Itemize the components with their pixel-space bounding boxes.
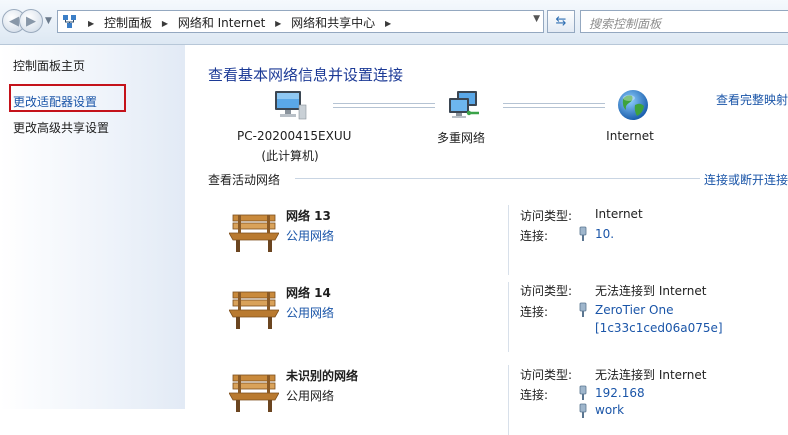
computer-icon bbox=[275, 91, 307, 120]
active-networks-header: 查看活动网络 bbox=[208, 173, 281, 187]
search-input[interactable]: 搜索控制面板 bbox=[589, 15, 661, 32]
map-connection-line bbox=[333, 103, 435, 108]
access-type-label: 访问类型: bbox=[520, 209, 573, 223]
plug-icon bbox=[579, 226, 587, 241]
plug-icon bbox=[579, 302, 587, 317]
network-entry: 网络 13 公用网络 访问类型: Internet 连接: 10. bbox=[185, 205, 788, 275]
network-entry: 网络 14 公用网络 访问类型: 无法连接到 Internet 连接: Zero… bbox=[185, 282, 788, 352]
breadcrumb-network-sharing-center[interactable]: 网络和共享中心 bbox=[291, 16, 375, 30]
connection-link-2[interactable]: work bbox=[595, 403, 624, 417]
connections-label: 连接: bbox=[520, 305, 549, 319]
plug-icon bbox=[579, 385, 587, 400]
refresh-icon: ⇆ bbox=[555, 14, 567, 29]
access-type-value: Internet bbox=[595, 207, 643, 221]
column-divider bbox=[508, 205, 509, 275]
multiple-networks-label: 多重网络 bbox=[436, 131, 485, 145]
address-dropdown-icon[interactable]: ▼ bbox=[533, 14, 540, 24]
connections-label: 连接: bbox=[520, 229, 549, 243]
network-name: 网络 14 bbox=[286, 286, 331, 300]
sidebar-item-control-panel-home[interactable]: 控制面板主页 bbox=[13, 57, 85, 74]
network-name: 未识别的网络 bbox=[286, 369, 359, 383]
network-name: 网络 13 bbox=[286, 209, 331, 223]
search-box[interactable]: 搜索控制面板 bbox=[580, 10, 788, 33]
page-title: 查看基本网络信息并设置连接 bbox=[208, 66, 404, 84]
access-type-value: 无法连接到 Internet bbox=[595, 368, 707, 382]
connection-link[interactable]: 10. bbox=[595, 227, 614, 241]
map-connection-line bbox=[503, 103, 605, 108]
access-type-label: 访问类型: bbox=[520, 368, 573, 382]
back-icon: ◀ bbox=[9, 14, 19, 29]
connect-disconnect-link[interactable]: 连接或断开连接 bbox=[704, 171, 788, 188]
recent-pages-dropdown[interactable]: ▼ bbox=[45, 16, 52, 26]
refresh-button[interactable]: ⇆ bbox=[547, 10, 575, 33]
sidebar-item-change-adapter-settings[interactable]: 更改适配器设置 bbox=[13, 93, 97, 110]
connection-link[interactable]: 192.168 bbox=[595, 386, 645, 400]
network-folder-icon bbox=[63, 15, 76, 28]
access-type-value: 无法连接到 Internet bbox=[595, 284, 707, 298]
network-type-link[interactable]: 公用网络 bbox=[286, 304, 334, 321]
section-divider bbox=[295, 178, 700, 179]
address-bar[interactable]: ▶ 控制面板 ▶ 网络和 Internet ▶ 网络和共享中心 ▶ ▼ bbox=[57, 10, 544, 33]
address-toolbar: ◀ ▶ ▼ ▶ 控制面板 ▶ 网络和 Internet ▶ 网络和共享中心 ▶ … bbox=[0, 0, 788, 45]
this-computer-label: (此计算机) bbox=[261, 149, 319, 163]
sidebar-item-advanced-sharing-settings[interactable]: 更改高级共享设置 bbox=[13, 119, 109, 136]
access-type-label: 访问类型: bbox=[520, 284, 573, 298]
connection-link-id[interactable]: [1c33c1ced06a075e] bbox=[595, 321, 723, 335]
plug-icon bbox=[579, 403, 587, 418]
column-divider bbox=[508, 282, 509, 352]
forward-icon: ▶ bbox=[26, 14, 36, 29]
globe-icon bbox=[618, 90, 648, 120]
breadcrumb: ▶ 控制面板 ▶ 网络和 Internet ▶ 网络和共享中心 ▶ bbox=[88, 16, 392, 30]
breadcrumb-control-panel[interactable]: 控制面板 bbox=[104, 16, 152, 30]
bench-icon[interactable] bbox=[229, 373, 279, 413]
view-full-map-link[interactable]: 查看完整映射 bbox=[716, 91, 788, 108]
network-type-link[interactable]: 公用网络 bbox=[286, 227, 334, 244]
connection-link[interactable]: ZeroTier One bbox=[595, 303, 673, 317]
column-divider bbox=[508, 365, 509, 435]
network-entry: 未识别的网络 公用网络 访问类型: 无法连接到 Internet 连接: 192… bbox=[185, 365, 788, 435]
network-type-label: 公用网络 bbox=[286, 389, 335, 403]
sidebar: 控制面板主页 更改适配器设置 更改高级共享设置 bbox=[0, 45, 185, 409]
multi-network-icon bbox=[449, 91, 479, 118]
bench-icon[interactable] bbox=[229, 213, 279, 253]
connections-label: 连接: bbox=[520, 388, 549, 402]
breadcrumb-network-internet[interactable]: 网络和 Internet bbox=[178, 16, 265, 30]
internet-label: Internet bbox=[606, 129, 654, 143]
main-content: 查看基本网络信息并设置连接 查看完整映射 PC-20200415EXUU (此计… bbox=[185, 45, 788, 435]
bench-icon[interactable] bbox=[229, 290, 279, 330]
computer-name-label: PC-20200415EXUU bbox=[237, 129, 352, 143]
forward-button[interactable]: ▶ bbox=[19, 9, 43, 33]
